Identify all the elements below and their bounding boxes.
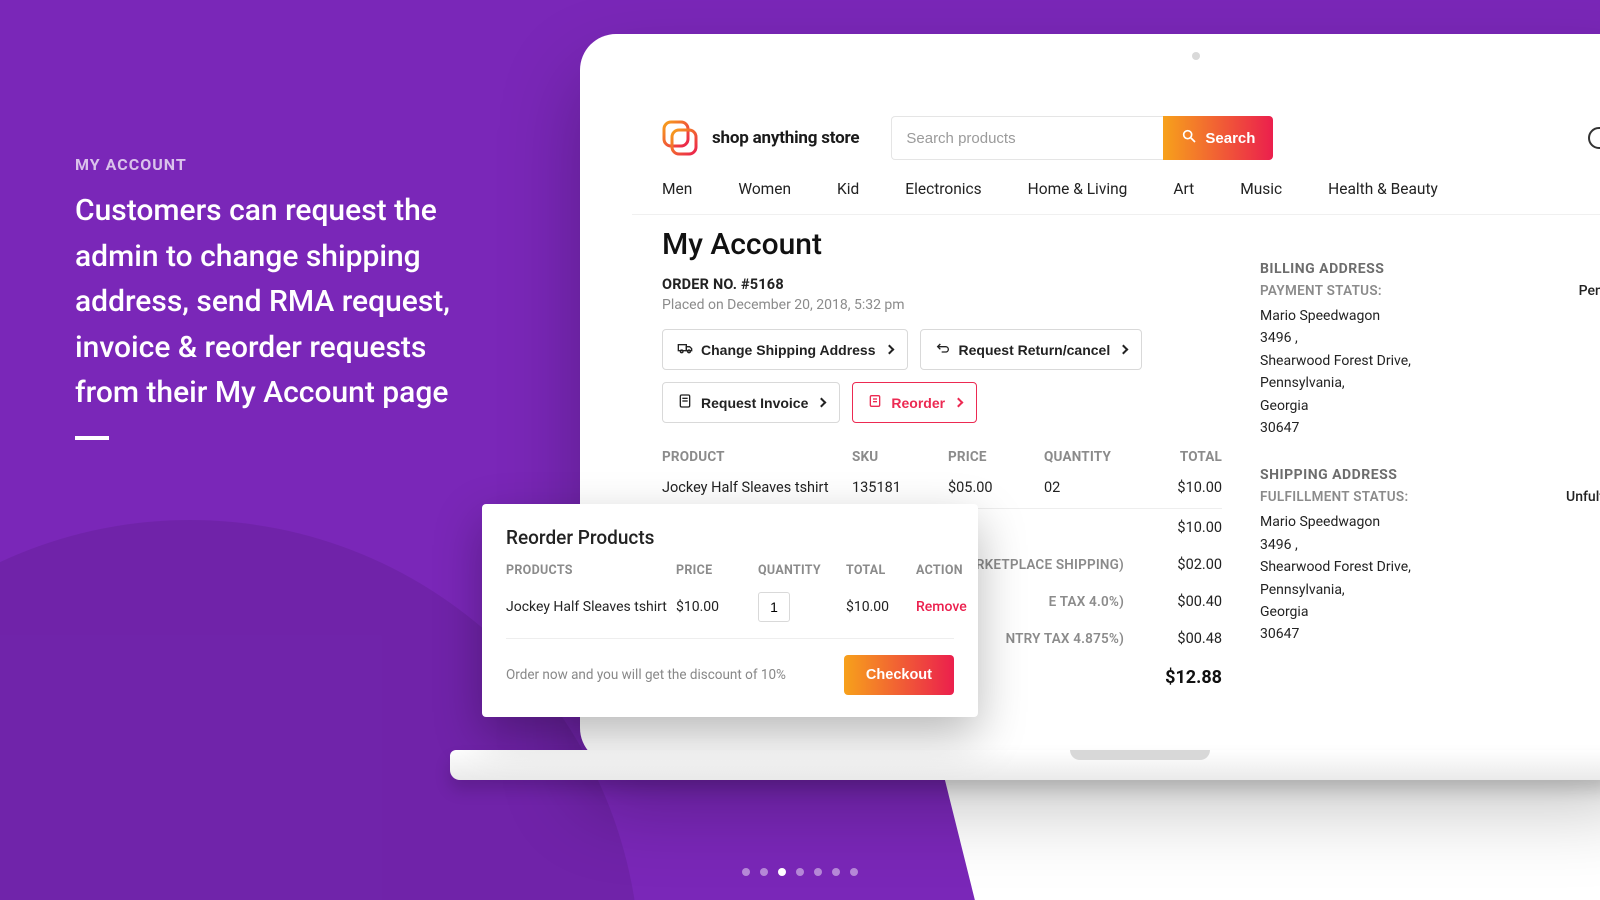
order-actions: Change Shipping Address Request Return/c… bbox=[662, 329, 1222, 423]
dot[interactable] bbox=[760, 868, 768, 876]
chevron-right-icon bbox=[1119, 345, 1129, 355]
page-title: My Account bbox=[662, 227, 1222, 262]
laptop-notch bbox=[1070, 750, 1210, 760]
marketing-copy: MY ACCOUNT Customers can request the adm… bbox=[75, 155, 485, 440]
nav-kid[interactable]: Kid bbox=[837, 180, 859, 198]
chevron-right-icon bbox=[817, 398, 827, 408]
dot[interactable] bbox=[796, 868, 804, 876]
shipping-address: Mario Speedwagon 3496 , Shearwood Forest… bbox=[1260, 511, 1600, 645]
addresses-panel: BILLING ADDRESS PAYMENT STATUS: Pending … bbox=[1260, 227, 1600, 730]
dot[interactable] bbox=[742, 868, 750, 876]
brand-name: shop anything store bbox=[712, 128, 859, 148]
payment-status: PAYMENT STATUS: Pending bbox=[1260, 283, 1600, 299]
logo-icon bbox=[660, 118, 700, 158]
dot[interactable] bbox=[850, 868, 858, 876]
th-total: TOTAL bbox=[1148, 449, 1222, 465]
discount-note: Order now and you will get the discount … bbox=[506, 667, 786, 683]
camera-dot bbox=[1192, 52, 1200, 60]
placed-on: Placed on December 20, 2018, 5:32 pm bbox=[662, 297, 1222, 313]
order-number: ORDER NO. #5168 bbox=[662, 276, 1222, 293]
return-icon bbox=[935, 340, 951, 359]
th-sku: SKU bbox=[852, 449, 948, 465]
laptop-base bbox=[450, 750, 1600, 780]
brand[interactable]: shop anything store bbox=[660, 118, 859, 158]
eyebrow: MY ACCOUNT bbox=[75, 155, 485, 174]
reorder-button[interactable]: Reorder bbox=[852, 382, 977, 423]
th-product: PRODUCT bbox=[662, 449, 852, 465]
dot-active[interactable] bbox=[778, 868, 786, 876]
nav-home-living[interactable]: Home & Living bbox=[1028, 180, 1128, 198]
category-nav: Men Women Kid Electronics Home & Living … bbox=[632, 180, 1600, 214]
fulfillment-status: FULFILLMENT STATUS: Unfulfilled bbox=[1260, 489, 1600, 505]
billing-heading: BILLING ADDRESS bbox=[1260, 261, 1600, 277]
change-shipping-button[interactable]: Change Shipping Address bbox=[662, 329, 908, 370]
chevron-right-icon bbox=[884, 345, 894, 355]
popup-row: Jockey Half Sleaves tshirt $10.00 $10.00… bbox=[506, 586, 954, 639]
reorder-icon bbox=[867, 393, 883, 412]
search-button[interactable]: Search bbox=[1163, 116, 1273, 160]
remove-link[interactable]: Remove bbox=[916, 599, 976, 615]
invoice-icon bbox=[677, 393, 693, 412]
request-invoice-button[interactable]: Request Invoice bbox=[662, 382, 840, 423]
th-qty: QUANTITY bbox=[1044, 449, 1148, 465]
nav-women[interactable]: Women bbox=[738, 180, 791, 198]
headline-divider bbox=[75, 436, 109, 440]
user-icon[interactable] bbox=[1588, 127, 1600, 149]
dot[interactable] bbox=[814, 868, 822, 876]
truck-icon bbox=[677, 340, 693, 359]
nav-music[interactable]: Music bbox=[1240, 180, 1282, 198]
checkout-button[interactable]: Checkout bbox=[844, 655, 954, 695]
nav-health-beauty[interactable]: Health & Beauty bbox=[1328, 180, 1438, 198]
search: Search bbox=[891, 116, 1273, 160]
header-icons bbox=[1588, 127, 1600, 149]
request-return-button[interactable]: Request Return/cancel bbox=[920, 329, 1143, 370]
quantity-input[interactable] bbox=[758, 592, 790, 622]
search-icon bbox=[1181, 128, 1197, 148]
nav-art[interactable]: Art bbox=[1173, 180, 1194, 198]
slide-dots bbox=[742, 868, 858, 876]
popup-table: PRODUCTS PRICE QUANTITY TOTAL ACTION Joc… bbox=[506, 563, 954, 639]
topbar: shop anything store Search bbox=[632, 106, 1600, 180]
shipping-heading: SHIPPING ADDRESS bbox=[1260, 467, 1600, 483]
headline: Customers can request the admin to chang… bbox=[75, 188, 485, 416]
search-button-label: Search bbox=[1205, 130, 1255, 147]
chevron-right-icon bbox=[954, 398, 964, 408]
billing-address: Mario Speedwagon 3496 , Shearwood Forest… bbox=[1260, 305, 1600, 439]
dot[interactable] bbox=[832, 868, 840, 876]
popup-title: Reorder Products bbox=[506, 526, 954, 549]
reorder-popup: Reorder Products PRODUCTS PRICE QUANTITY… bbox=[482, 504, 978, 717]
search-input[interactable] bbox=[891, 116, 1163, 160]
th-price: PRICE bbox=[948, 449, 1044, 465]
nav-electronics[interactable]: Electronics bbox=[905, 180, 981, 198]
nav-men[interactable]: Men bbox=[662, 180, 692, 198]
